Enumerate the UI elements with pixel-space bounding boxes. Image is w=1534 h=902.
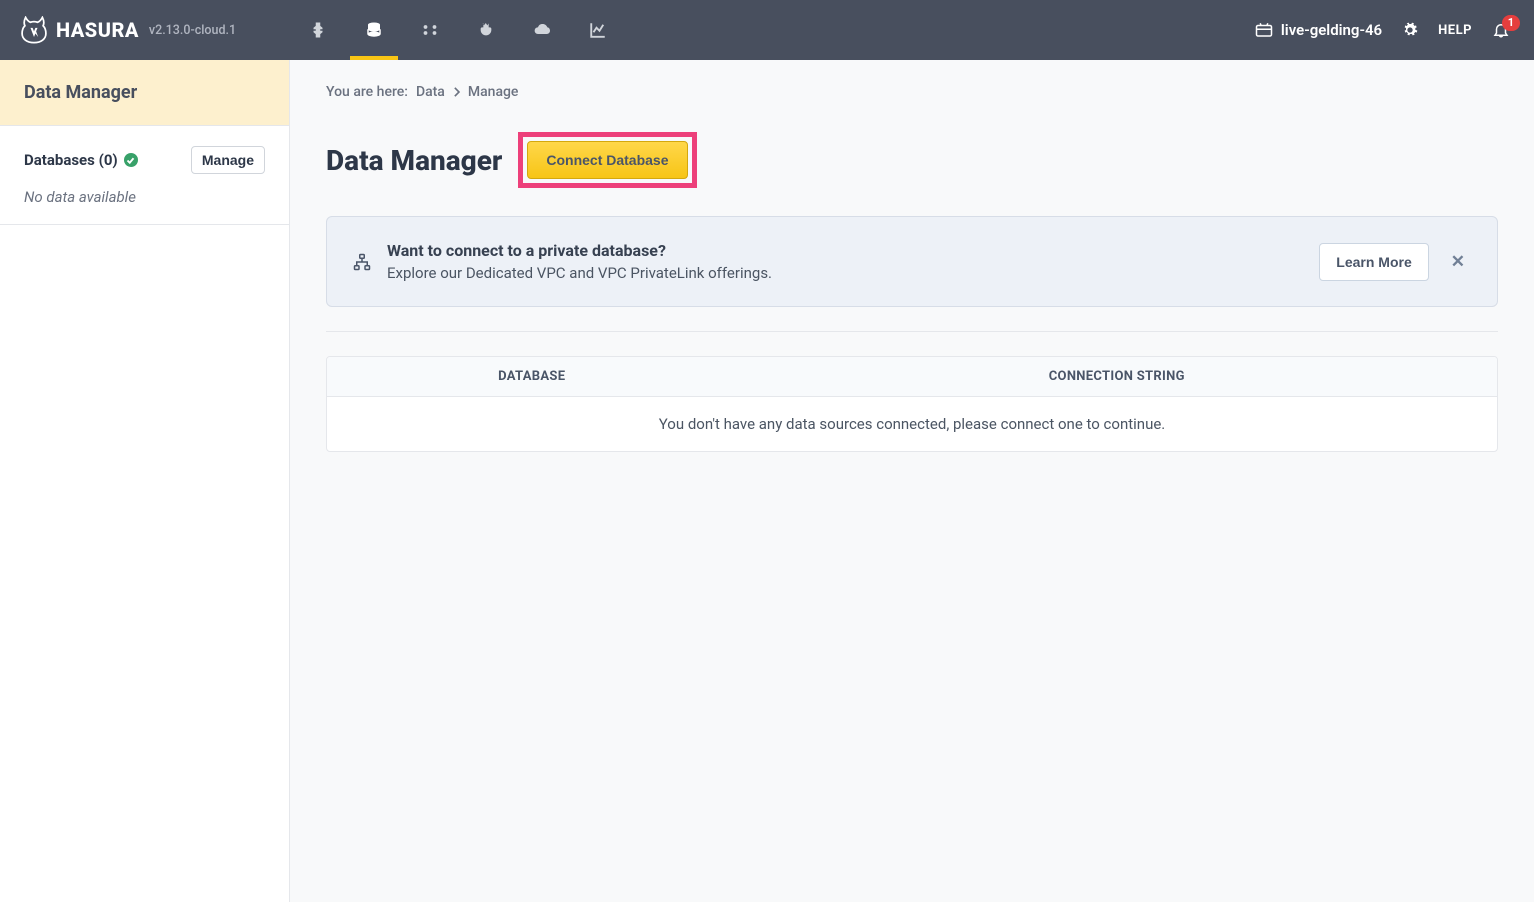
content-divider xyxy=(326,331,1498,332)
sidebar-title: Data Manager xyxy=(0,60,289,126)
logo-area: HASURA v2.13.0-cloud.1 xyxy=(0,0,290,60)
no-data-message: No data available xyxy=(24,174,265,214)
top-navigation-bar: HASURA v2.13.0-cloud.1 live-gelding-46 xyxy=(0,0,1534,60)
settings-icon[interactable] xyxy=(1402,22,1418,38)
notifications-button[interactable]: 1 xyxy=(1492,21,1510,39)
check-circle-icon xyxy=(124,153,138,167)
connect-database-highlight: Connect Database xyxy=(518,132,696,188)
column-header-database: DATABASE xyxy=(327,357,737,396)
sidebar: Data Manager Databases (0) Manage No dat… xyxy=(0,60,290,902)
column-header-connection: CONNECTION STRING xyxy=(737,357,1498,396)
brand-name: HASURA xyxy=(56,18,139,42)
breadcrumb-data-link[interactable]: Data xyxy=(416,84,445,100)
version-label: v2.13.0-cloud.1 xyxy=(149,23,236,38)
nav-tab-events[interactable] xyxy=(514,0,570,60)
notification-count-badge: 1 xyxy=(1502,15,1520,31)
breadcrumb-prefix: You are here: xyxy=(326,84,408,100)
nav-tab-api[interactable] xyxy=(290,0,346,60)
breadcrumb: You are here: Data Manage xyxy=(326,84,1498,100)
data-sources-table: DATABASE CONNECTION STRING You don't hav… xyxy=(326,356,1498,452)
learn-more-button[interactable]: Learn More xyxy=(1319,243,1428,281)
project-icon xyxy=(1255,22,1273,38)
databases-count-label: Databases (0) xyxy=(24,151,138,169)
nav-icons-tabs xyxy=(290,0,626,60)
page-title: Data Manager xyxy=(326,144,502,177)
project-selector[interactable]: live-gelding-46 xyxy=(1255,21,1382,39)
private-database-banner: Want to connect to a private database? E… xyxy=(326,216,1498,307)
table-empty-message: You don't have any data sources connecte… xyxy=(327,397,1497,451)
chevron-right-icon xyxy=(453,87,460,97)
banner-close-button[interactable]: ✕ xyxy=(1445,248,1471,276)
banner-subtitle: Explore our Dedicated VPC and VPC Privat… xyxy=(387,264,1303,282)
help-link[interactable]: HELP xyxy=(1438,23,1472,38)
main-content: You are here: Data Manage Data Manager C… xyxy=(290,60,1534,902)
nav-tab-remote-schemas[interactable] xyxy=(458,0,514,60)
breadcrumb-current: Manage xyxy=(468,84,519,100)
nav-tab-monitoring[interactable] xyxy=(570,0,626,60)
network-icon xyxy=(353,253,371,271)
hasura-logo-icon xyxy=(20,16,56,44)
banner-title: Want to connect to a private database? xyxy=(387,241,1303,260)
project-name-label: live-gelding-46 xyxy=(1281,21,1382,39)
topbar-right-area: live-gelding-46 HELP 1 xyxy=(1255,21,1534,39)
table-header-row: DATABASE CONNECTION STRING xyxy=(327,357,1497,397)
nav-tab-actions[interactable] xyxy=(402,0,458,60)
connect-database-button[interactable]: Connect Database xyxy=(527,141,687,179)
nav-tab-data[interactable] xyxy=(346,0,402,60)
manage-button[interactable]: Manage xyxy=(191,146,265,174)
